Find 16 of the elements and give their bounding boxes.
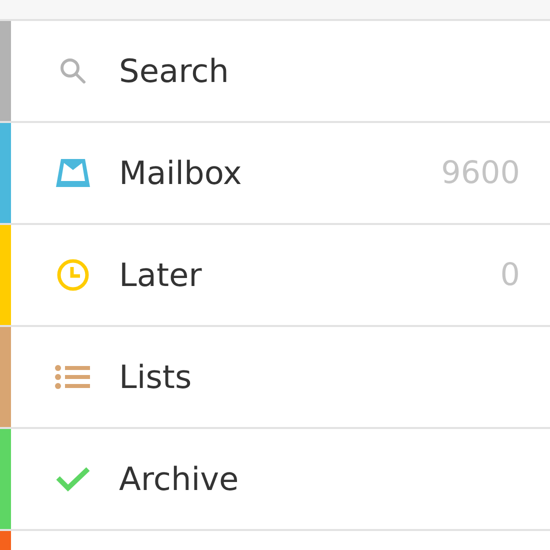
menu-item[interactable]: Archive — [0, 427, 550, 529]
menu-item[interactable]: Later 0 — [0, 223, 550, 325]
menu-item[interactable]: Lists — [0, 325, 550, 427]
item-label: Mailbox — [119, 154, 243, 192]
check-icon — [55, 465, 91, 493]
item-label: Later — [119, 256, 203, 294]
item-label: Archive — [119, 460, 240, 498]
item-label: Lists — [119, 358, 193, 396]
item-label: Search — [119, 52, 230, 90]
list-icon — [55, 364, 91, 390]
menu-item[interactable]: Mailbox 9600 — [0, 121, 550, 223]
tray-icon — [55, 157, 91, 189]
item-count: 0 — [500, 257, 521, 293]
item-count: 9600 — [441, 155, 521, 191]
clock-icon — [56, 258, 90, 292]
menu-item[interactable]: Search — [0, 19, 550, 121]
